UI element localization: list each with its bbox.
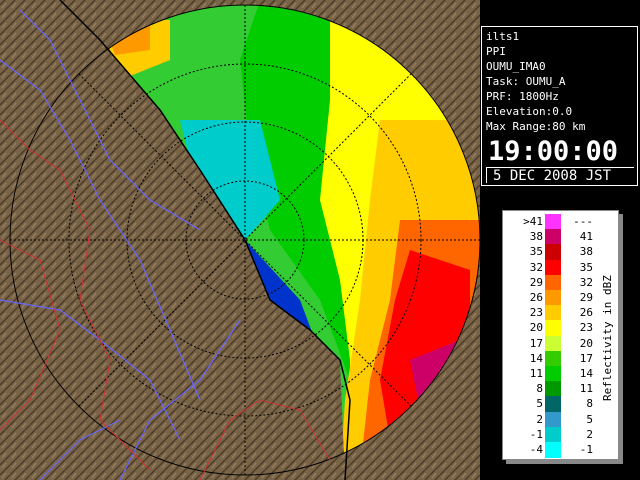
legend-color-swatch xyxy=(545,229,561,246)
legend-row: 20 23 xyxy=(503,320,618,337)
legend-color-swatch xyxy=(545,274,561,291)
legend-upper-bound: 14 xyxy=(579,367,593,380)
legend-upper-bound: -1 xyxy=(579,443,593,456)
station-name: ilts1 xyxy=(486,30,520,43)
legend-lower-bound: 26 xyxy=(529,291,543,304)
legend-lower-bound: 38 xyxy=(529,230,543,244)
legend-color-swatch xyxy=(545,411,561,428)
legend-color-swatch xyxy=(545,320,561,337)
legend-upper-bound: 8 xyxy=(586,397,593,411)
legend-color-swatch xyxy=(545,366,561,382)
legend-color-swatch xyxy=(545,214,561,230)
legend-upper-bound: 35 xyxy=(579,260,593,274)
legend-row: 8 11 xyxy=(503,381,618,398)
legend-lower-bound: 11 xyxy=(529,367,543,380)
observation-time: 19:00:00 xyxy=(488,136,619,167)
legend-color-swatch xyxy=(545,350,561,367)
legend-lower-bound: 2 xyxy=(536,412,543,426)
max-range-value: Max Range:80 km xyxy=(486,120,586,133)
legend-upper-bound: 32 xyxy=(579,275,593,289)
legend-lower-bound: 17 xyxy=(529,336,543,350)
task-name: Task: OUMU_A xyxy=(486,75,566,88)
legend-lower-bound: 35 xyxy=(529,245,543,259)
legend-lower-bound: 20 xyxy=(529,321,543,335)
legend-color-swatch xyxy=(545,244,561,261)
legend-lower-bound: 5 xyxy=(536,397,543,411)
legend-upper-bound: 2 xyxy=(586,427,593,441)
legend-row: 29 32 xyxy=(503,274,618,291)
prf-value: PRF: 1800Hz xyxy=(486,90,559,103)
legend-upper-bound: 41 xyxy=(579,230,593,244)
legend-color-swatch xyxy=(545,396,561,413)
legend-row: -4 -1 xyxy=(503,442,618,458)
legend-lower-bound: 8 xyxy=(536,382,543,396)
legend-upper-bound: 5 xyxy=(586,412,593,426)
legend-color-swatch xyxy=(545,426,561,443)
legend-row: 23 26 xyxy=(503,305,618,322)
radar-display: ilts1 PPI OUMU_IMA0 Task: OUMU_A PRF: 18… xyxy=(0,0,640,480)
legend-row: 14 17 xyxy=(503,350,618,367)
legend-lower-bound: -4 xyxy=(529,443,543,456)
legend-row: 11 14 xyxy=(503,366,618,382)
legend-lower-bound: 32 xyxy=(529,260,543,274)
elevation-value: Elevation:0.0 xyxy=(486,105,573,118)
legend-upper-bound: 20 xyxy=(579,336,593,350)
legend-upper-bound: 11 xyxy=(579,382,593,396)
legend-row: >41 --- xyxy=(503,214,618,230)
legend-color-swatch xyxy=(545,305,561,322)
legend-lower-bound: 23 xyxy=(529,306,543,320)
legend-color-swatch xyxy=(545,290,561,306)
info-panel: ilts1 PPI OUMU_IMA0 Task: OUMU_A PRF: 18… xyxy=(481,26,638,186)
legend-lower-bound: 29 xyxy=(529,275,543,289)
legend-color-swatch xyxy=(545,442,561,458)
legend-color-swatch xyxy=(545,335,561,352)
legend-upper-bound: 23 xyxy=(579,321,593,335)
legend-upper-bound: 17 xyxy=(579,351,593,365)
site-name: OUMU_IMA0 xyxy=(486,60,546,73)
scan-mode: PPI xyxy=(486,45,506,58)
legend-lower-bound: -1 xyxy=(529,427,543,441)
legend-lower-bound: >41 xyxy=(523,215,543,228)
legend-row: 38 41 xyxy=(503,229,618,246)
legend-color-swatch xyxy=(545,259,561,276)
legend-row: 25 xyxy=(503,411,618,428)
legend-row: 17 20 xyxy=(503,335,618,352)
legend-row: 35 38 xyxy=(503,244,618,261)
legend-color-swatch xyxy=(545,381,561,398)
legend-row: 26 29 xyxy=(503,290,618,306)
legend-lower-bound: 14 xyxy=(529,351,543,365)
legend-row: 58 xyxy=(503,396,618,413)
legend-upper-bound: --- xyxy=(573,215,593,228)
observation-date: 5 DEC 2008 JST xyxy=(486,167,634,184)
legend-row: 32 35 xyxy=(503,259,618,276)
legend-upper-bound: 38 xyxy=(579,245,593,259)
reflectivity-legend: Reflectivity in dBZ >41 --- 38 41 35 38 32 35 29… xyxy=(502,210,619,460)
legend-row: -1 2 xyxy=(503,426,618,443)
legend-upper-bound: 29 xyxy=(579,291,593,304)
legend-upper-bound: 26 xyxy=(579,306,593,320)
